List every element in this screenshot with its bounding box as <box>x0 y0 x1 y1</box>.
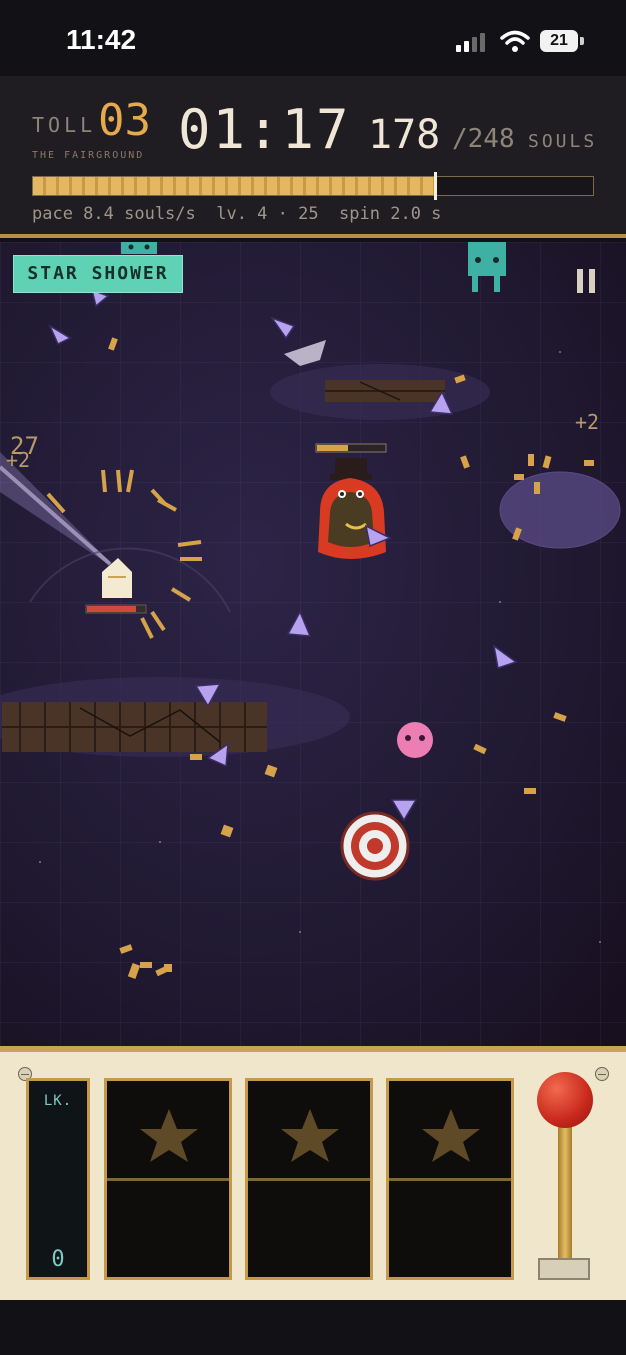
reel-divider <box>248 1178 370 1181</box>
floating-score-text: +2 <box>6 448 31 472</box>
souls-collected: 178 <box>368 112 441 158</box>
clock-time: 11:42 <box>66 24 137 55</box>
purple-shard <box>492 644 518 669</box>
cellular-signal-icon <box>456 33 485 52</box>
purple-shard <box>286 610 312 637</box>
purple-shard <box>270 316 296 340</box>
pause-icon[interactable] <box>577 269 597 293</box>
pink-enemy <box>397 722 433 758</box>
lever-base <box>538 1258 590 1280</box>
target-enemy <box>340 811 410 881</box>
boss-health-fill <box>317 445 348 451</box>
star-icon <box>281 1109 339 1162</box>
stats-line: pace 8.4 souls/s lv. 4 · 25 spin 2.0 s <box>32 204 442 224</box>
star-icon <box>140 1109 198 1162</box>
soul-shard-group <box>108 337 594 979</box>
game-arena[interactable]: STAR SHOWER +2 27 +2 <box>0 242 626 1046</box>
reel-divider <box>389 1178 511 1181</box>
slot-reel[interactable] <box>104 1078 232 1280</box>
souls-progress-bar <box>32 172 594 200</box>
arena-stars <box>39 351 601 943</box>
floating-score-text: +2 <box>575 410 600 434</box>
screw-icon <box>595 1067 609 1081</box>
light-beam <box>0 465 112 566</box>
venue-name: THE FAIRGROUND <box>32 150 145 161</box>
arena-scene <box>0 242 621 979</box>
souls-progress-marker <box>434 172 437 200</box>
star-shower-banner: STAR SHOWER <box>13 255 183 293</box>
wifi-icon <box>500 30 530 52</box>
round-timer: 01:17 <box>178 98 351 161</box>
lever-stick[interactable] <box>558 1122 572 1264</box>
souls-total: /248 <box>452 124 515 154</box>
star-icon <box>422 1109 480 1162</box>
teal-enemy <box>121 242 157 254</box>
player-health-fill <box>87 606 136 612</box>
purple-shard <box>48 324 72 346</box>
souls-label: SOULS <box>528 131 598 152</box>
toll-value: 03 <box>98 95 151 146</box>
lock-label: LK. <box>43 1093 73 1109</box>
lock-value: 0 <box>51 1247 65 1272</box>
slot-reel[interactable] <box>245 1078 373 1280</box>
wooden-fence <box>325 380 445 402</box>
battery-nub <box>580 37 584 45</box>
souls-progress-fill <box>33 177 435 195</box>
battery-icon: 21 <box>540 30 578 52</box>
purple-shard <box>390 799 418 822</box>
reel-divider <box>107 1178 229 1181</box>
grey-bird-enemy <box>284 340 326 366</box>
teal-enemy <box>468 242 506 292</box>
slot-reel[interactable] <box>386 1078 514 1280</box>
bottom-safe-area <box>0 1300 626 1355</box>
lever-icon[interactable] <box>537 1072 593 1128</box>
toll-label: TOLL <box>32 113 97 137</box>
lock-reel[interactable]: LK. 0 <box>26 1078 90 1280</box>
